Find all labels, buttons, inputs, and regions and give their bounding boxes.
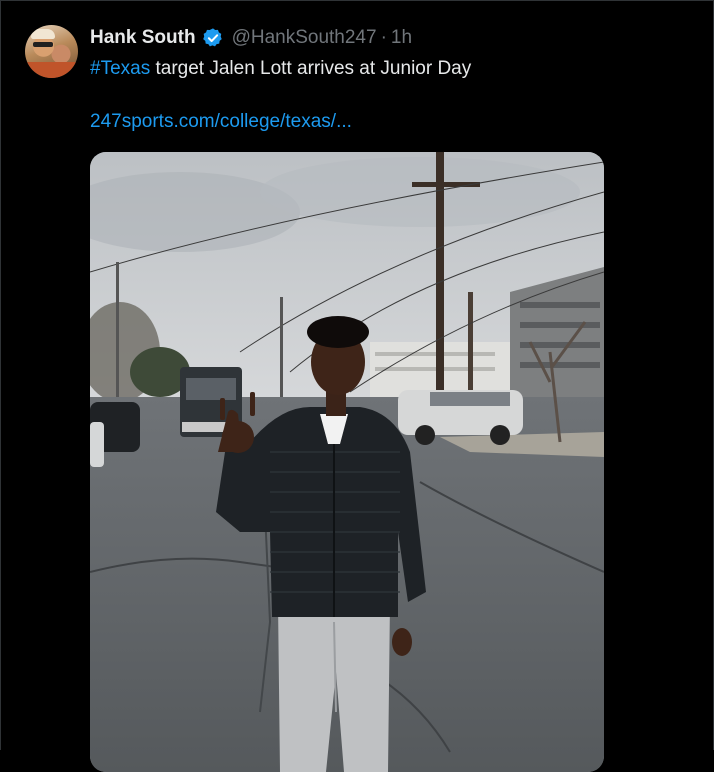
tweet-url-link[interactable]: 247sports.com/college/texas/... [90, 109, 352, 134]
tweet-text: #Texas target Jalen Lott arrives at Juni… [90, 56, 690, 81]
tweet-card[interactable]: Hank South @HankSouth247 · 1h #Texas tar… [0, 0, 714, 772]
avatar-glasses [33, 42, 53, 47]
separator-dot: · [380, 27, 387, 48]
avatar-hat [31, 29, 55, 39]
author-display-name[interactable]: Hank South [90, 27, 196, 49]
photo-illustration [90, 152, 604, 772]
tweet-body-text: target Jalen Lott arrives at Junior Day [150, 58, 472, 79]
author-handle[interactable]: @HankSouth247 [232, 27, 377, 49]
hashtag-link[interactable]: #Texas [90, 58, 150, 79]
avatar[interactable] [25, 25, 78, 78]
tweet-photo[interactable] [90, 152, 604, 772]
avatar-shirt [25, 62, 78, 78]
tweet-timestamp[interactable]: 1h [391, 27, 412, 49]
verified-badge-icon[interactable] [202, 27, 224, 49]
tweet-header: Hank South @HankSouth247 · 1h [90, 26, 412, 50]
